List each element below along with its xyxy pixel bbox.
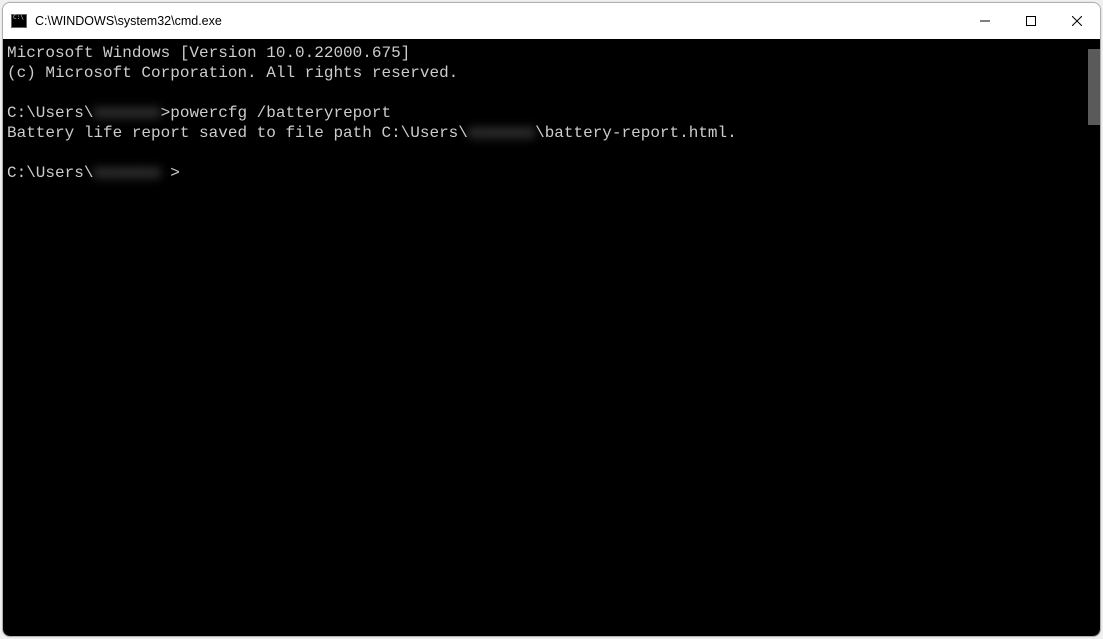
titlebar[interactable]: C:\WINDOWS\system32\cmd.exe: [3, 3, 1100, 39]
blank-line-2: [7, 143, 1096, 163]
window-controls: [962, 3, 1100, 39]
prompt2-user-redacted: xxxxxxx: [93, 163, 160, 183]
close-button[interactable]: [1054, 3, 1100, 39]
cmd-window: C:\WINDOWS\system32\cmd.exe Microsoft Wi…: [2, 2, 1101, 637]
prompt1-command: powercfg /batteryreport: [170, 104, 391, 122]
output-prefix: Battery life report saved to file path C…: [7, 124, 468, 142]
scrollbar-thumb[interactable]: [1088, 49, 1100, 125]
window-title: C:\WINDOWS\system32\cmd.exe: [35, 14, 962, 28]
cmd-icon: [11, 13, 27, 29]
terminal-area[interactable]: Microsoft Windows [Version 10.0.22000.67…: [3, 39, 1100, 636]
maximize-icon: [1026, 16, 1036, 26]
prompt-line-2[interactable]: C:\Users\xxxxxxx >: [7, 163, 1096, 183]
minimize-icon: [980, 16, 990, 26]
header-line-2: (c) Microsoft Corporation. All rights re…: [7, 63, 1096, 83]
minimize-button[interactable]: [962, 3, 1008, 39]
output-user-redacted: xxxxxxx: [468, 123, 535, 143]
header-line-1: Microsoft Windows [Version 10.0.22000.67…: [7, 43, 1096, 63]
prompt1-user-redacted: xxxxxxx: [93, 103, 160, 123]
blank-line: [7, 83, 1096, 103]
prompt2-prefix: C:\Users\: [7, 164, 93, 182]
prompt1-sep: >: [161, 104, 171, 122]
prompt2-sep: >: [170, 164, 180, 182]
close-icon: [1072, 16, 1082, 26]
terminal-output[interactable]: Microsoft Windows [Version 10.0.22000.67…: [3, 39, 1100, 636]
prompt1-prefix: C:\Users\: [7, 104, 93, 122]
maximize-button[interactable]: [1008, 3, 1054, 39]
prompt-line-1: C:\Users\xxxxxxx>powercfg /batteryreport: [7, 103, 1096, 123]
output-line: Battery life report saved to file path C…: [7, 123, 1096, 143]
output-suffix: \battery-report.html.: [535, 124, 737, 142]
